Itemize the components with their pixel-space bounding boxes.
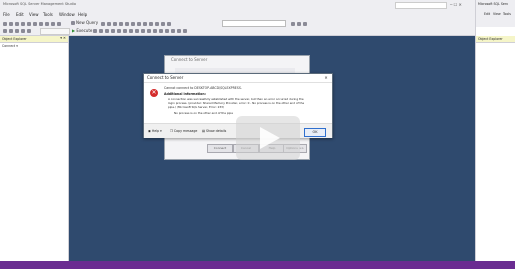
status-bar: [0, 261, 515, 269]
details-icon: ▤: [202, 129, 206, 133]
copy-message-button[interactable]: ❐ Copy message: [170, 128, 197, 134]
solution-config-dropdown[interactable]: [222, 20, 286, 27]
window-title: Microsoft SQL Server Management Studio: [3, 2, 76, 6]
second-window-title: Microsoft SQL Server Management Studio: [478, 2, 508, 6]
new-query-button[interactable]: New Query: [70, 20, 98, 25]
error-line-3: pipe.) (Microsoft SQL Server, Error: 233…: [168, 105, 225, 109]
error-dialog-title: Connect to Server: [147, 75, 184, 80]
object-explorer-title: Object Explorer: [2, 37, 27, 41]
window-controls[interactable]: ─ ☐ ✕: [450, 2, 462, 7]
second-object-explorer-title: Object Explorer: [478, 37, 503, 41]
connect-button[interactable]: Connect: [207, 144, 233, 153]
ok-button[interactable]: OK: [304, 128, 326, 137]
query-toolbar: ▶ Execute: [0, 27, 475, 36]
toolbar2-icons-2[interactable]: [92, 28, 188, 33]
help-dropdown[interactable]: ◉ Help ▾: [148, 128, 162, 134]
second-window-menu: Edit View Tools: [476, 10, 515, 27]
connect-dialog-title: Connect to Server: [171, 57, 208, 62]
close-icon[interactable]: ✕: [323, 74, 329, 82]
object-explorer-panel: Object Explorer ▾ ✕ Connect ▾: [0, 36, 69, 261]
second-menu-tools[interactable]: Tools: [503, 12, 511, 16]
menu-file[interactable]: File: [3, 12, 10, 17]
show-details-button[interactable]: ▤ Show details: [202, 128, 226, 134]
additional-info-label: Additional information:: [164, 92, 206, 96]
copy-icon: ❐: [170, 129, 173, 133]
menu-window[interactable]: Window: [59, 12, 75, 17]
execute-icon: ▶: [72, 28, 76, 33]
new-query-icon: [71, 21, 75, 25]
second-object-explorer-header: Object Explorer: [476, 36, 515, 43]
execute-button[interactable]: ▶ Execute: [72, 28, 92, 33]
database-dropdown[interactable]: [40, 28, 70, 35]
error-heading: Cannot connect to DESKTOP-ABCD\SQLEXPRES…: [164, 86, 242, 90]
quick-launch-input[interactable]: [395, 2, 447, 9]
panel-pin-icon[interactable]: ▾ ✕: [60, 36, 66, 40]
second-window: Microsoft SQL Server Management Studio E…: [475, 0, 515, 269]
menu-bar: File Edit View Tools Window Help: [0, 10, 475, 19]
menu-view[interactable]: View: [29, 12, 39, 17]
menu-help[interactable]: Help: [78, 12, 87, 17]
error-dialog-titlebar: Connect to Server: [144, 74, 332, 83]
video-play-button[interactable]: [236, 116, 300, 160]
title-bar: Microsoft SQL Server Management Studio ─…: [0, 0, 475, 10]
menu-edit[interactable]: Edit: [16, 12, 24, 17]
toolbar-icons-3[interactable]: [290, 21, 308, 26]
menu-tools[interactable]: Tools: [43, 12, 53, 17]
help-icon: ◉: [148, 129, 151, 133]
connect-dropdown[interactable]: Connect ▾: [2, 44, 18, 48]
toolbar-icons[interactable]: [2, 21, 62, 26]
toolbar2-icons[interactable]: [2, 28, 32, 33]
error-sub-line: No process is on the other end of the pi…: [174, 111, 233, 115]
toolbar-icons-2[interactable]: [100, 21, 172, 26]
second-menu-edit[interactable]: Edit: [484, 12, 490, 16]
error-icon: ✕: [150, 89, 158, 97]
second-menu-view[interactable]: View: [493, 12, 501, 16]
play-icon: [260, 127, 280, 149]
object-explorer-header: Object Explorer ▾ ✕: [0, 36, 68, 43]
second-window-titlebar: Microsoft SQL Server Management Studio: [476, 0, 515, 10]
